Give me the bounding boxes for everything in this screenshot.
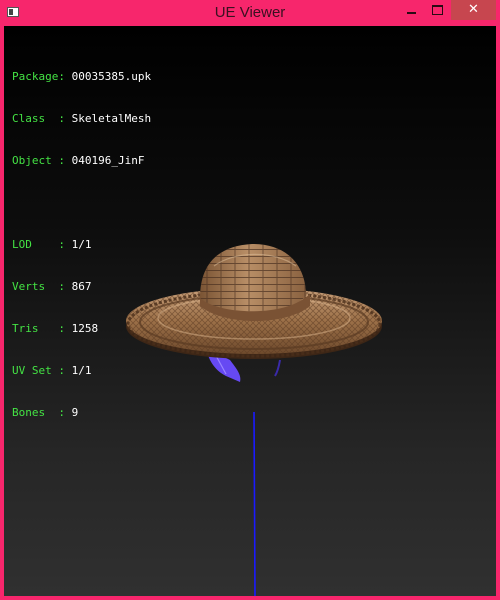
bones-value: 9 [71, 406, 79, 419]
mesh-info-panel: Package: 00035385.upk Class : SkeletalMe… [12, 42, 151, 448]
close-button[interactable]: ✕ [451, 0, 496, 20]
minimize-icon [406, 12, 416, 14]
uvset-label: UV Set : [12, 364, 65, 377]
tris-label: Tris : [12, 322, 65, 335]
verts-label: Verts : [12, 280, 65, 293]
object-value: 040196_JinF [71, 154, 145, 167]
3d-viewport[interactable]: Package: 00035385.upk Class : SkeletalMe… [4, 26, 496, 596]
close-icon: ✕ [468, 2, 479, 17]
class-value: SkeletalMesh [71, 112, 152, 125]
ribbon-tail [274, 359, 281, 377]
lod-label: LOD : [12, 238, 65, 251]
app-window: UE Viewer ✕ Package: 00035385.upk Class … [0, 0, 500, 600]
uvset-value: 1/1 [71, 364, 92, 377]
tris-value: 1258 [71, 322, 99, 335]
package-value: 00035385.upk [71, 70, 152, 83]
lod-value: 1/1 [71, 238, 92, 251]
minimize-button[interactable] [398, 0, 424, 20]
title-bar[interactable]: UE Viewer ✕ [0, 0, 500, 26]
package-label: Package: [12, 70, 65, 83]
class-label: Class : [12, 112, 65, 125]
bones-label: Bones : [12, 406, 65, 419]
verts-value: 867 [71, 280, 92, 293]
bone-line [253, 411, 256, 596]
object-label: Object : [12, 154, 65, 167]
maximize-icon [431, 5, 443, 15]
maximize-button[interactable] [424, 0, 450, 20]
